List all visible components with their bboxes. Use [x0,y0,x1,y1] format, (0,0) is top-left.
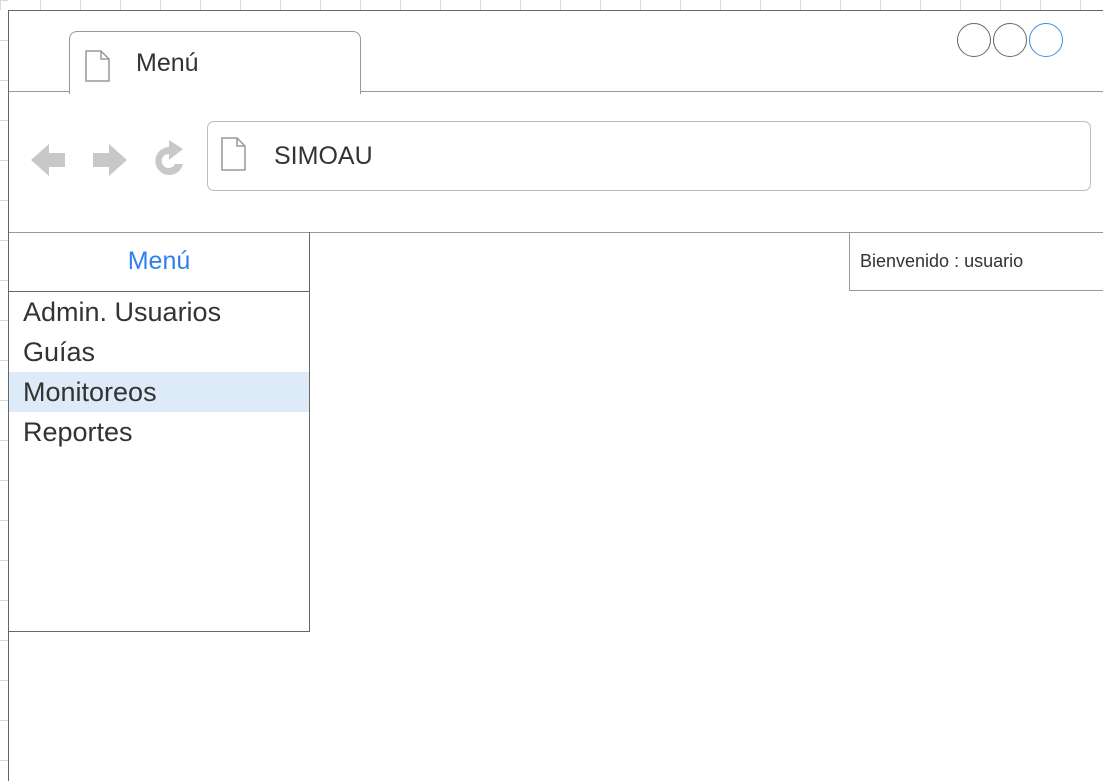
menu-item-monitoreos[interactable]: Monitoreos [9,372,309,412]
forward-arrow-icon[interactable] [93,144,127,176]
back-arrow-icon[interactable] [31,144,65,176]
menu-item-admin-usuarios[interactable]: Admin. Usuarios [9,292,309,332]
canvas-ruler-left [0,0,8,771]
window-controls [957,23,1065,57]
address-bar[interactable]: SIMOAU [207,121,1091,191]
menu-item-guias[interactable]: Guías [9,332,309,372]
sidebar-menu: Menú Admin. Usuarios Guías Monitoreos Re… [9,232,310,632]
menu-header: Menú [9,232,309,292]
menu-list: Admin. Usuarios Guías Monitoreos Reporte… [9,292,309,452]
welcome-label: Bienvenido : usuario [849,232,1103,291]
menu-item-reportes[interactable]: Reportes [9,412,309,452]
navigation-icons [29,140,201,185]
browser-toolbar: SIMOAU [9,92,1103,233]
document-icon [84,50,110,87]
browser-titlebar: Menú [9,11,1103,94]
canvas-ruler-top [0,0,1103,10]
address-text: SIMOAU [274,142,373,170]
browser-window: Menú SIMOAU Menú Admin. Usuarios Guías M… [8,10,1103,781]
reload-icon[interactable] [155,140,183,175]
page-icon [220,137,246,176]
browser-tab[interactable]: Menú [69,31,361,94]
maximize-button[interactable] [993,23,1027,57]
close-button[interactable] [1029,23,1063,57]
tab-title: Menú [136,49,199,77]
minimize-button[interactable] [957,23,991,57]
